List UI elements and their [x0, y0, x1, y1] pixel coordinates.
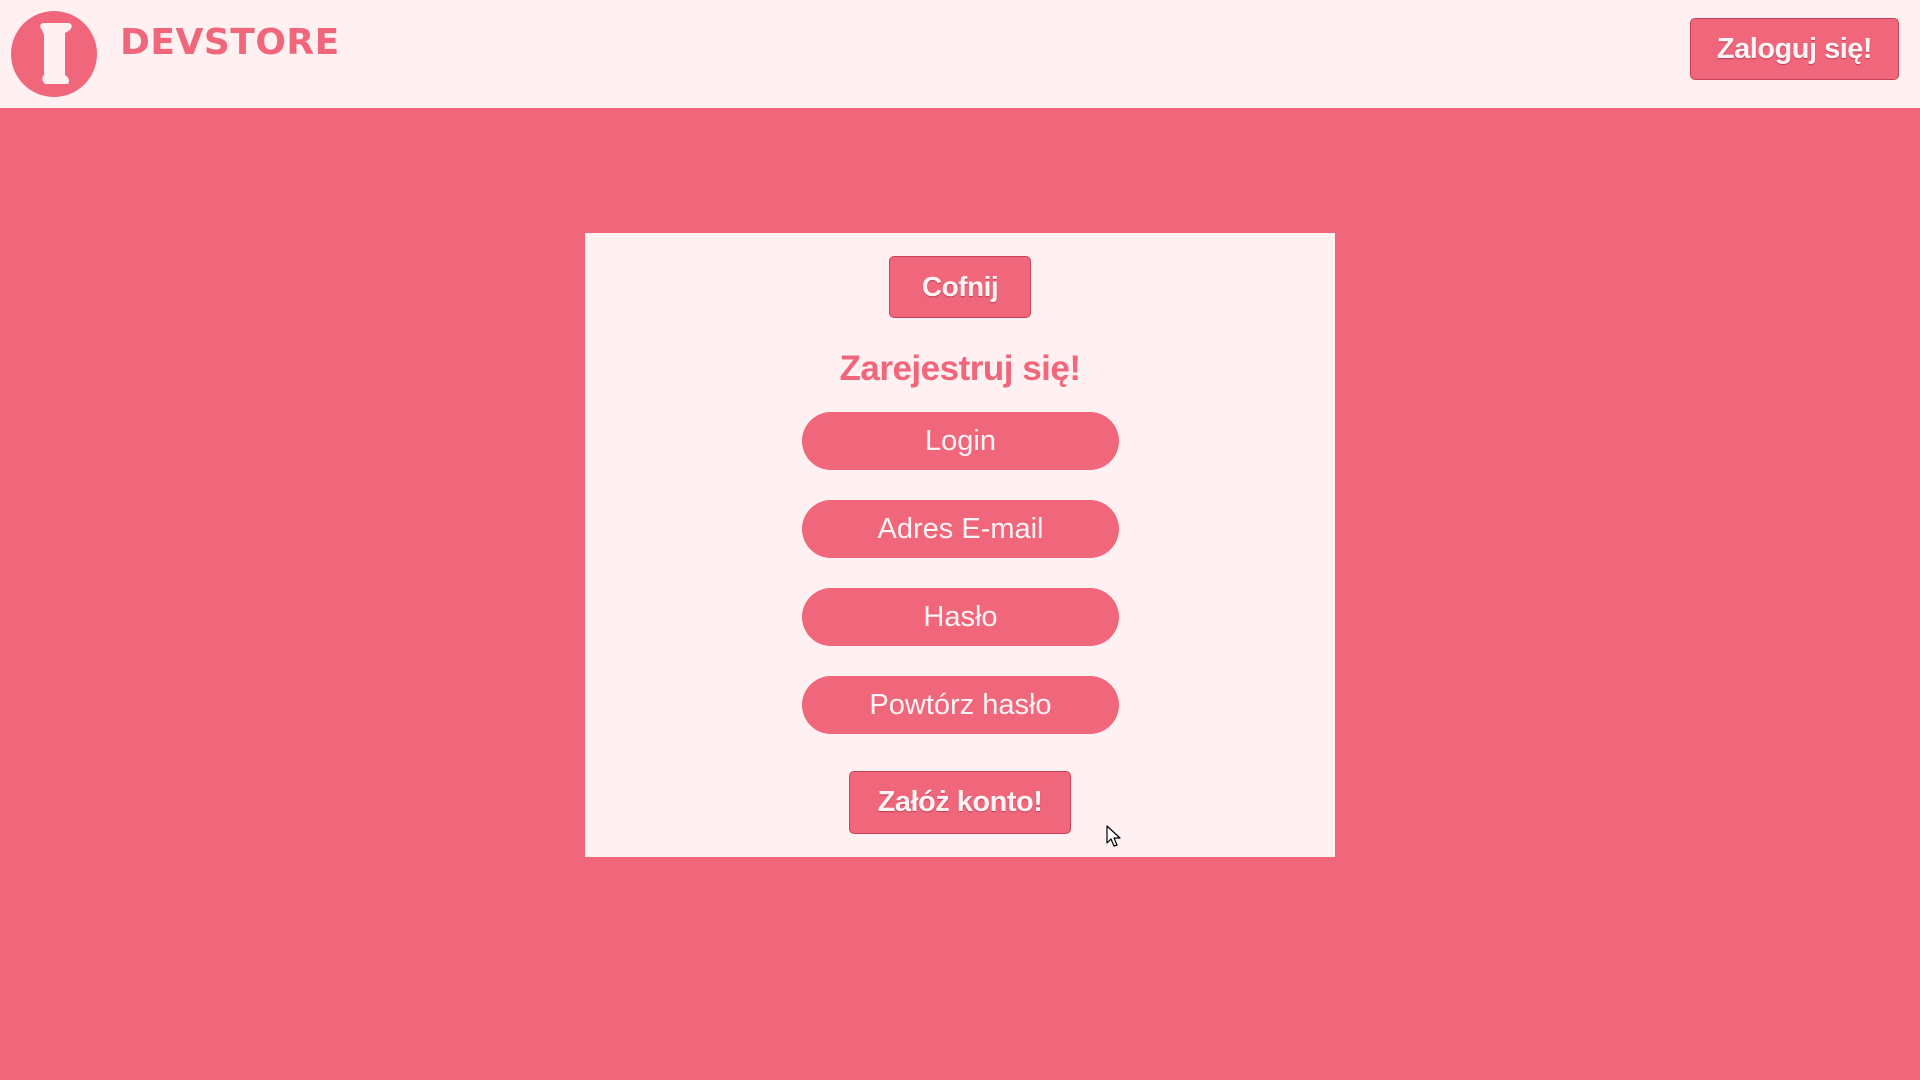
logo[interactable] — [11, 11, 97, 97]
register-panel: Cofnij Zarejestruj się! Załóż konto! — [585, 233, 1335, 857]
create-account-button[interactable]: Załóż konto! — [849, 771, 1071, 834]
brand-name: DEVSTORE — [120, 22, 340, 63]
login-field[interactable] — [802, 412, 1119, 470]
back-button[interactable]: Cofnij — [889, 256, 1031, 318]
page-title: Zarejestruj się! — [839, 349, 1082, 388]
scroll-icon — [40, 23, 72, 84]
mouse-pointer-icon — [1106, 825, 1121, 847]
top-navigation-bar: DEVSTORE Zaloguj się! — [0, 0, 1920, 108]
password-field[interactable] — [802, 588, 1119, 646]
login-button[interactable]: Zaloguj się! — [1690, 18, 1899, 80]
email-field[interactable] — [802, 500, 1119, 558]
repeat-password-field[interactable] — [802, 676, 1119, 734]
